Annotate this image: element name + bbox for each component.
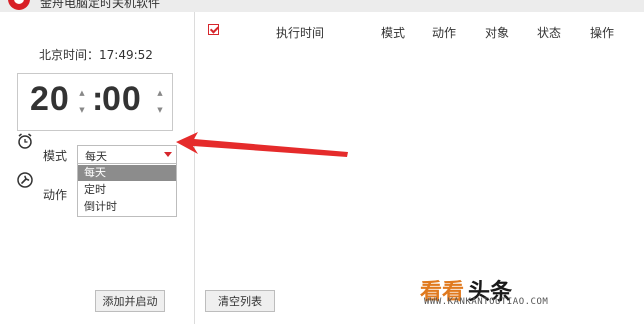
watermark: 看看 头条 WWW.KANKANTOUTIAO.COM: [420, 274, 640, 314]
col-exec-time[interactable]: 执行时间: [276, 24, 324, 41]
minute-up-icon[interactable]: ▲: [156, 85, 164, 102]
app-logo-icon: [8, 0, 30, 10]
mode-option-scheduled[interactable]: 定时: [78, 182, 176, 198]
time-picker: 20 ▲ ▼ : 00 ▲ ▼: [17, 73, 173, 131]
left-panel: 北京时间：17:49:52 20 ▲ ▼ : 00 ▲ ▼ 模式 每天 每天 定…: [0, 12, 195, 324]
title-bar: 金舟电脑定时关机软件: [0, 0, 644, 12]
mode-dropdown-list: 每天 定时 倒计时: [77, 163, 177, 217]
mode-option-countdown[interactable]: 倒计时: [78, 199, 176, 215]
col-mode[interactable]: 模式: [381, 24, 405, 41]
minute-spinner[interactable]: ▲ ▼: [156, 85, 164, 119]
add-and-start-button[interactable]: 添加并启动: [95, 290, 165, 312]
red-arrow-annotation: [176, 132, 348, 157]
col-status[interactable]: 状态: [537, 24, 561, 41]
col-operation[interactable]: 操作: [590, 24, 614, 41]
mode-label: 模式: [43, 149, 68, 163]
minute-down-icon[interactable]: ▼: [156, 102, 164, 119]
hour-value[interactable]: 20: [30, 80, 70, 119]
hour-down-icon[interactable]: ▼: [78, 102, 86, 119]
app-title: 金舟电脑定时关机软件: [40, 0, 161, 10]
dropdown-arrow-icon[interactable]: [164, 152, 172, 157]
select-all-checkbox[interactable]: [208, 24, 219, 35]
wrench-icon: [17, 172, 33, 188]
beijing-time: 北京时间：17:49:52: [39, 48, 153, 62]
action-label: 动作: [43, 188, 68, 202]
table-header: 执行时间 模式 动作 对象 状态 操作: [195, 24, 644, 44]
col-action[interactable]: 动作: [432, 24, 456, 41]
alarm-clock-icon: [18, 133, 32, 149]
mode-option-daily[interactable]: 每天: [78, 165, 176, 181]
mode-select[interactable]: 每天: [77, 145, 177, 165]
clear-list-button[interactable]: 清空列表: [205, 290, 275, 312]
hour-up-icon[interactable]: ▲: [78, 85, 86, 102]
minute-value[interactable]: 00: [102, 80, 142, 119]
watermark-url: WWW.KANKANTOUTIAO.COM: [424, 297, 549, 307]
col-target[interactable]: 对象: [485, 24, 509, 41]
hour-spinner[interactable]: ▲ ▼: [78, 85, 86, 119]
mode-select-value: 每天: [85, 150, 107, 163]
